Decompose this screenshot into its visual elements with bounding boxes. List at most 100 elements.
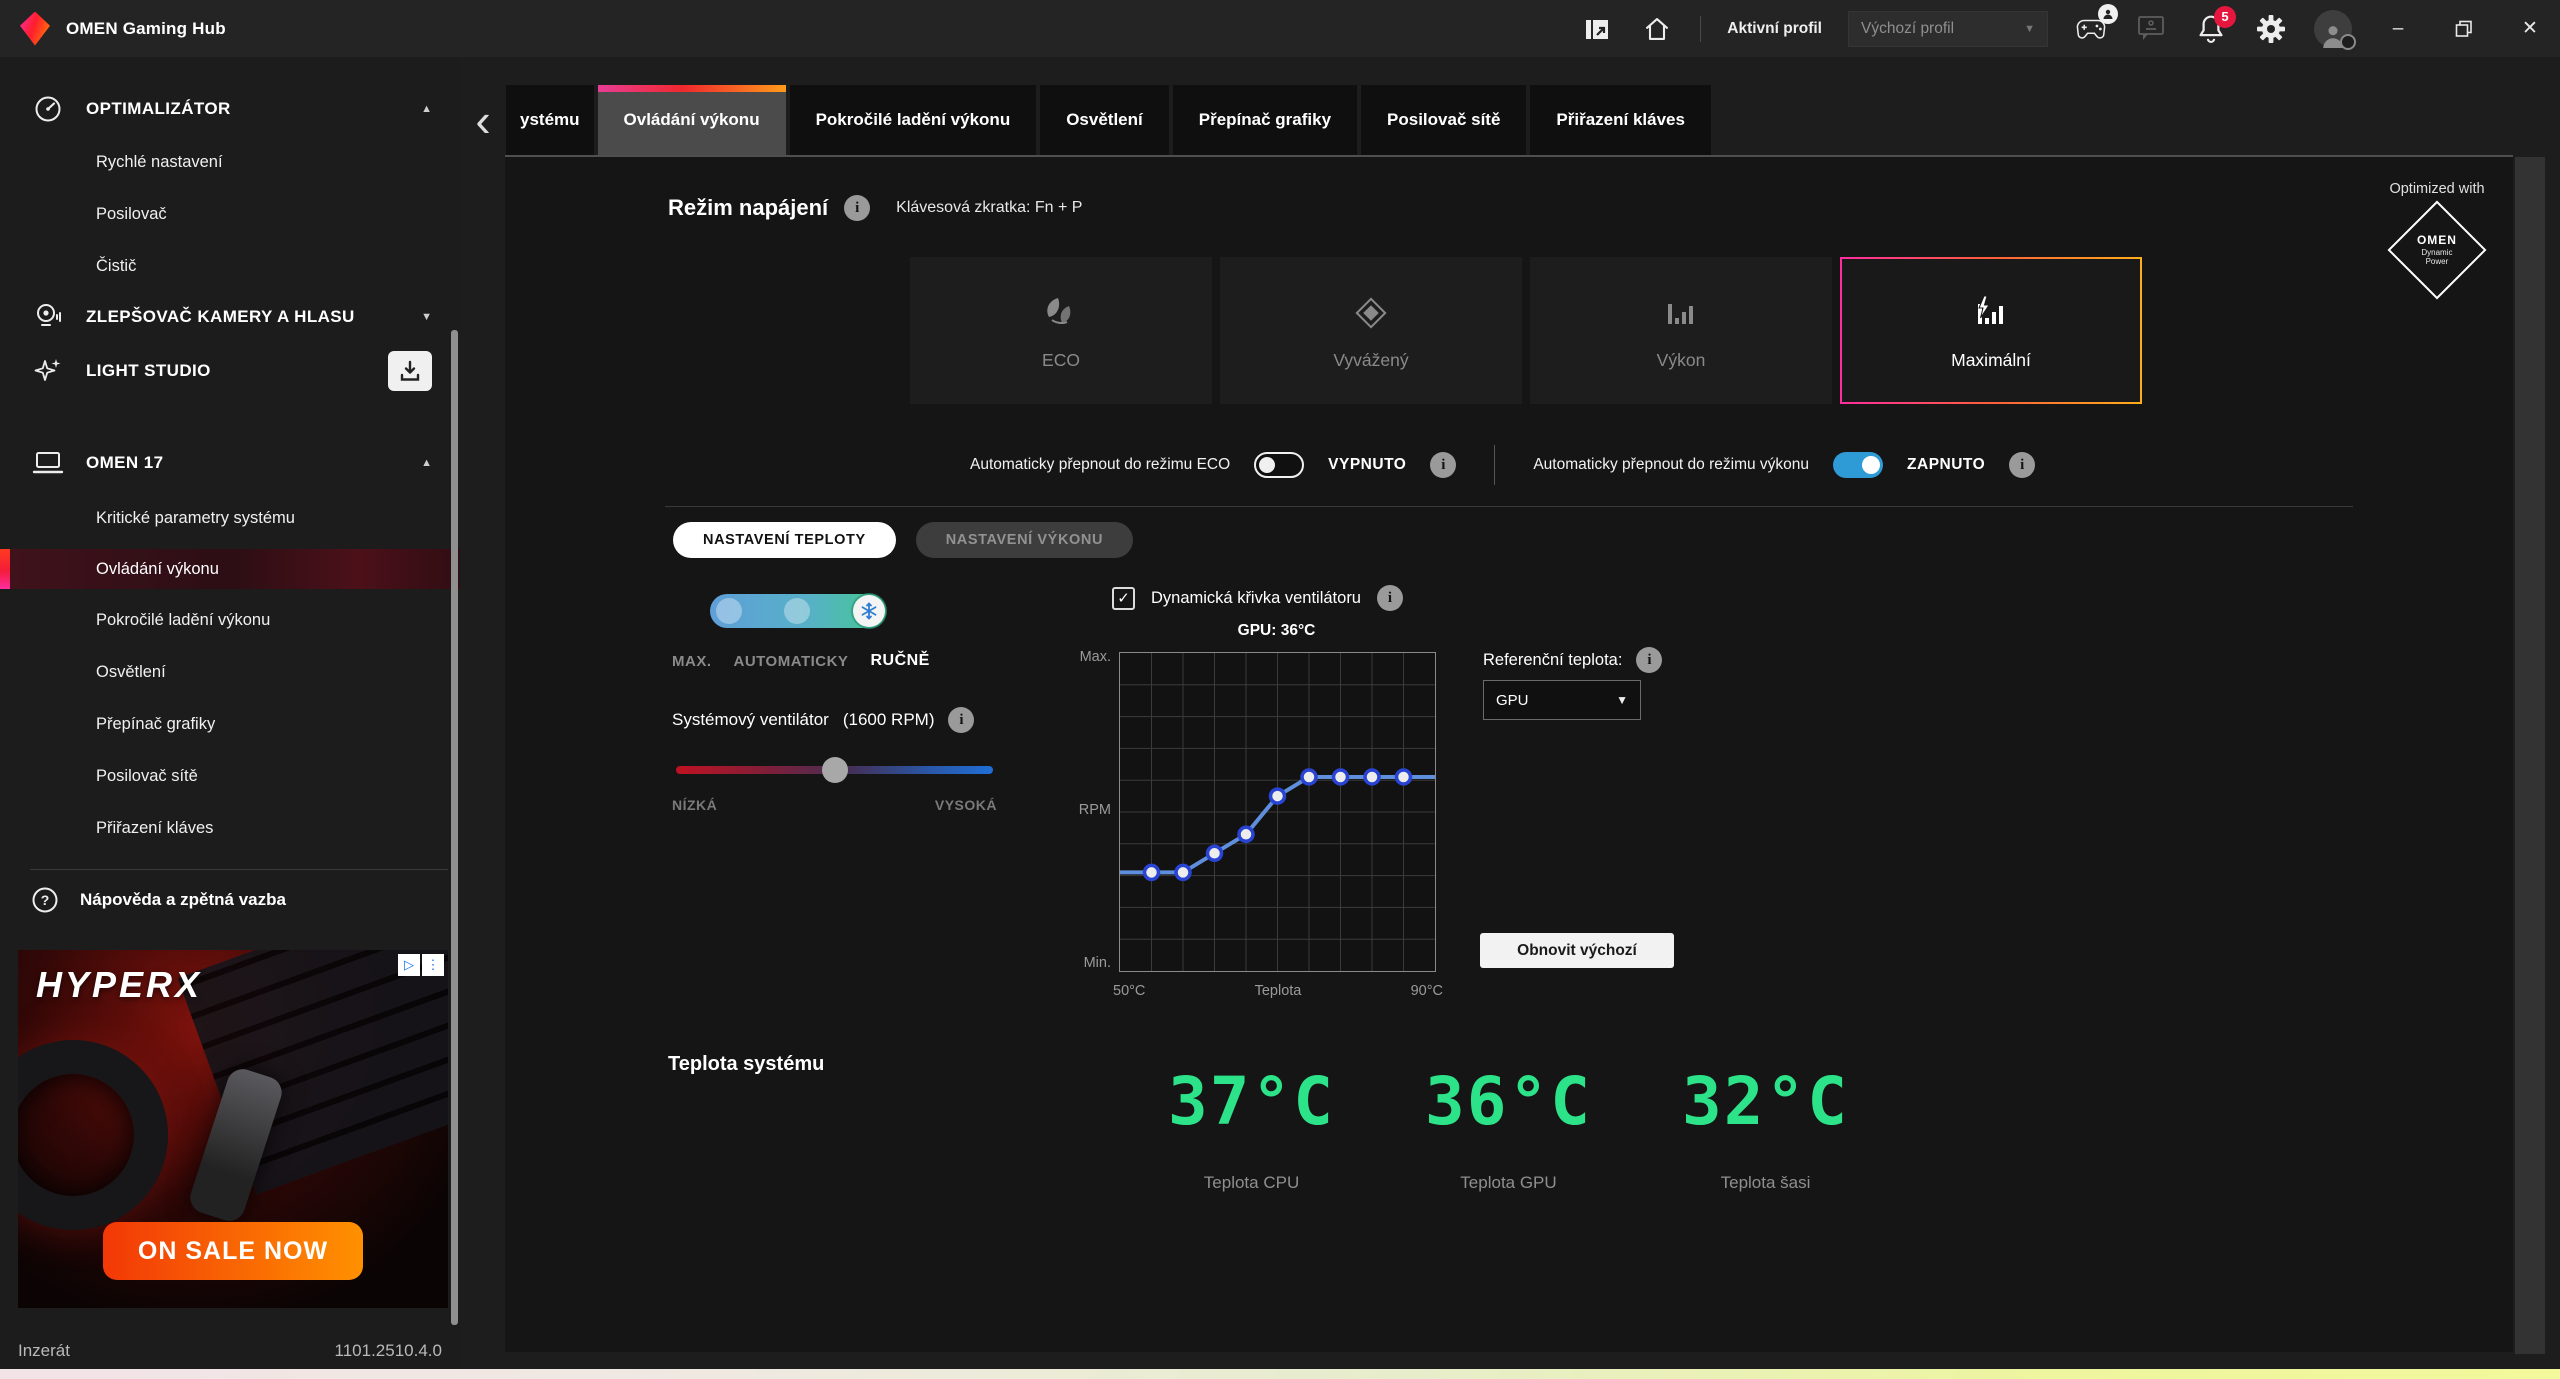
auto-eco-toggle[interactable] bbox=[1254, 452, 1304, 478]
fan-mode-stop-auto[interactable] bbox=[784, 598, 810, 624]
fan-curve-point[interactable] bbox=[1239, 827, 1253, 841]
sidebar-scrollbar[interactable] bbox=[451, 330, 458, 1325]
chevron-up-icon: ▲ bbox=[421, 457, 432, 469]
ad-cta-button[interactable]: ON SALE NOW bbox=[103, 1222, 363, 1280]
tab-posilovac-site[interactable]: Posilovač sítě bbox=[1361, 85, 1526, 155]
home-button[interactable] bbox=[1640, 12, 1674, 46]
reference-temp-header: Referenční teplota: i bbox=[1483, 647, 1662, 673]
sidebar-help-feedback[interactable]: ? Nápověda a zpětná vazba bbox=[0, 870, 460, 930]
system-fan-label: Systémový ventilátor bbox=[672, 710, 829, 730]
sidebar-section-optimizer[interactable]: OPTIMALIZÁTOR ▲ bbox=[0, 89, 460, 129]
sidebar-item-prirazeni-klaves[interactable]: Přiřazení kláves bbox=[0, 811, 460, 845]
fan-mode-slider[interactable] bbox=[710, 594, 886, 628]
sidebar-item-prepinac-grafiky[interactable]: Přepínač grafiky bbox=[0, 707, 460, 741]
sidebar-item-posilovac-site[interactable]: Posilovač sítě bbox=[0, 759, 460, 793]
fan-mode-knob-manual[interactable] bbox=[853, 595, 885, 627]
tabs-back-button[interactable]: ‹ bbox=[460, 85, 506, 155]
fan-curve-point[interactable] bbox=[1271, 789, 1285, 803]
toggle-row-divider bbox=[1494, 445, 1495, 485]
feedback-button[interactable] bbox=[2134, 12, 2168, 46]
fan-curve-checkbox-row: ✓ Dynamická křivka ventilátoru i bbox=[1112, 585, 1403, 611]
power-mode-title: Režim napájení bbox=[668, 195, 828, 221]
tab-prirazeni-klaves[interactable]: Přiřazení kláves bbox=[1530, 85, 1711, 155]
info-icon[interactable]: i bbox=[1636, 647, 1662, 673]
adchoices-icon[interactable]: ▷ bbox=[398, 954, 420, 976]
leaf-icon bbox=[1038, 290, 1084, 336]
fan-curve-svg[interactable] bbox=[1120, 653, 1435, 971]
fan-curve-point[interactable] bbox=[1302, 770, 1316, 784]
fan-mode-option-max[interactable]: MAX. bbox=[672, 653, 712, 670]
tab-prepinac-grafiky[interactable]: Přepínač grafiky bbox=[1173, 85, 1357, 155]
window-minimize-button[interactable]: – bbox=[2378, 9, 2418, 49]
news-icon bbox=[1583, 15, 1611, 43]
power-mode-header: Režim napájení i Klávesová zkratka: Fn +… bbox=[668, 195, 1082, 221]
account-avatar[interactable] bbox=[2314, 10, 2352, 48]
sidebar-ad-banner[interactable]: HYPERX ▷ ⋮ ON SALE NOW bbox=[18, 950, 448, 1308]
temp-reading-chassis: 32°C Teplota šasi bbox=[1637, 1069, 1894, 1193]
fan-curve-checkbox[interactable]: ✓ bbox=[1112, 587, 1135, 610]
sidebar-item-posilovac[interactable]: Posilovač bbox=[0, 197, 460, 231]
titlebar-left: OMEN Gaming Hub bbox=[20, 12, 226, 46]
sidebar-section-omen17[interactable]: OMEN 17 ▲ bbox=[0, 443, 460, 483]
sidebar-item-kriticke-parametry[interactable]: Kritické parametry systému bbox=[0, 501, 460, 535]
chart-ylabel-max: Max. bbox=[1061, 649, 1111, 665]
info-icon[interactable]: i bbox=[948, 707, 974, 733]
fan-curve-chart[interactable] bbox=[1119, 652, 1436, 972]
titlebar: OMEN Gaming Hub Aktivní profil Výchozí p… bbox=[0, 0, 2560, 57]
mode-card-vyvazeny[interactable]: Vyvážený bbox=[1220, 257, 1522, 404]
game-library-button[interactable] bbox=[2074, 12, 2108, 46]
fan-mode-stop-max[interactable] bbox=[716, 598, 742, 624]
tab-ovladani-vykonu[interactable]: Ovládání výkonu bbox=[598, 85, 786, 155]
notifications-button[interactable]: 5 bbox=[2194, 12, 2228, 46]
system-fan-header: Systémový ventilátor (1600 RPM) i bbox=[672, 707, 974, 733]
auto-switch-row: Automaticky přepnout do režimu ECO VYPNU… bbox=[970, 445, 2035, 485]
system-fan-slider-knob[interactable] bbox=[822, 757, 848, 783]
tab-kriticke-parametry-clipped[interactable]: ystému bbox=[506, 85, 594, 155]
tab-pokrocile-ladeni[interactable]: Pokročilé ladění výkonu bbox=[790, 85, 1037, 155]
sidebar-item-pokrocile-ladeni[interactable]: Pokročilé ladění výkonu bbox=[0, 603, 460, 637]
fan-curve-point[interactable] bbox=[1145, 865, 1159, 879]
settings-button[interactable] bbox=[2254, 12, 2288, 46]
fan-mode-option-auto[interactable]: AUTOMATICKY bbox=[734, 653, 849, 670]
max-performance-icon bbox=[1968, 290, 2014, 336]
news-button[interactable] bbox=[1580, 12, 1614, 46]
fan-curve-point[interactable] bbox=[1397, 770, 1411, 784]
app-version: 1101.2510.4.0 bbox=[335, 1341, 442, 1361]
window-maximize-button[interactable] bbox=[2444, 9, 2484, 49]
mode-card-label: ECO bbox=[1042, 350, 1080, 371]
fan-curve-point[interactable] bbox=[1334, 770, 1348, 784]
system-fan-slider[interactable] bbox=[676, 757, 993, 783]
sidebar-item-ovladani-vykonu[interactable]: Ovládání výkonu bbox=[0, 549, 460, 589]
reference-temp-dropdown[interactable]: GPU ▼ bbox=[1483, 680, 1641, 720]
sidebar-item-rychle-nastaveni[interactable]: Rychlé nastavení bbox=[0, 145, 460, 179]
auto-perf-toggle[interactable] bbox=[1833, 452, 1883, 478]
sidebar-section-light-studio[interactable]: LIGHT STUDIO bbox=[0, 351, 460, 391]
fan-mode-option-manual[interactable]: RUČNĚ bbox=[870, 652, 929, 670]
mode-card-maximalni[interactable]: Maximální bbox=[1840, 257, 2142, 404]
profile-dropdown[interactable]: Výchozí profil ▼ bbox=[1848, 11, 2048, 47]
mode-card-vykon[interactable]: Výkon bbox=[1530, 257, 1832, 404]
sidebar-item-cistic[interactable]: Čistič bbox=[0, 249, 460, 283]
reference-temp-label: Referenční teplota: bbox=[1483, 651, 1622, 670]
fan-curve-point[interactable] bbox=[1365, 770, 1379, 784]
fan-curve-point[interactable] bbox=[1208, 846, 1222, 860]
info-icon[interactable]: i bbox=[1430, 452, 1456, 478]
mode-card-eco[interactable]: ECO bbox=[910, 257, 1212, 404]
chart-xaxis-label: Teplota bbox=[1255, 983, 1302, 999]
performance-bars-icon bbox=[1658, 290, 1704, 336]
tab-osvetleni[interactable]: Osvětlení bbox=[1040, 85, 1169, 155]
window-close-button[interactable]: ✕ bbox=[2510, 9, 2550, 49]
ad-menu-icon[interactable]: ⋮ bbox=[422, 954, 444, 976]
subtab-temperature[interactable]: NASTAVENÍ TEPLOTY bbox=[673, 522, 896, 558]
subtab-performance[interactable]: NASTAVENÍ VÝKONU bbox=[916, 522, 1133, 558]
sidebar-item-osvetleni[interactable]: Osvětlení bbox=[0, 655, 460, 689]
info-icon[interactable]: i bbox=[844, 195, 870, 221]
sidebar-section-camera-voice[interactable]: ZLEPŠOVAČ KAMERY A HLASU ▼ bbox=[0, 297, 460, 337]
info-icon[interactable]: i bbox=[1377, 585, 1403, 611]
content-scrollbar[interactable] bbox=[2515, 157, 2545, 1354]
reset-default-button[interactable]: Obnovit výchozí bbox=[1480, 933, 1674, 968]
light-studio-download-button[interactable] bbox=[388, 351, 432, 391]
fan-curve-point[interactable] bbox=[1176, 865, 1190, 879]
temp-label: Teplota CPU bbox=[1204, 1173, 1299, 1193]
info-icon[interactable]: i bbox=[2009, 452, 2035, 478]
